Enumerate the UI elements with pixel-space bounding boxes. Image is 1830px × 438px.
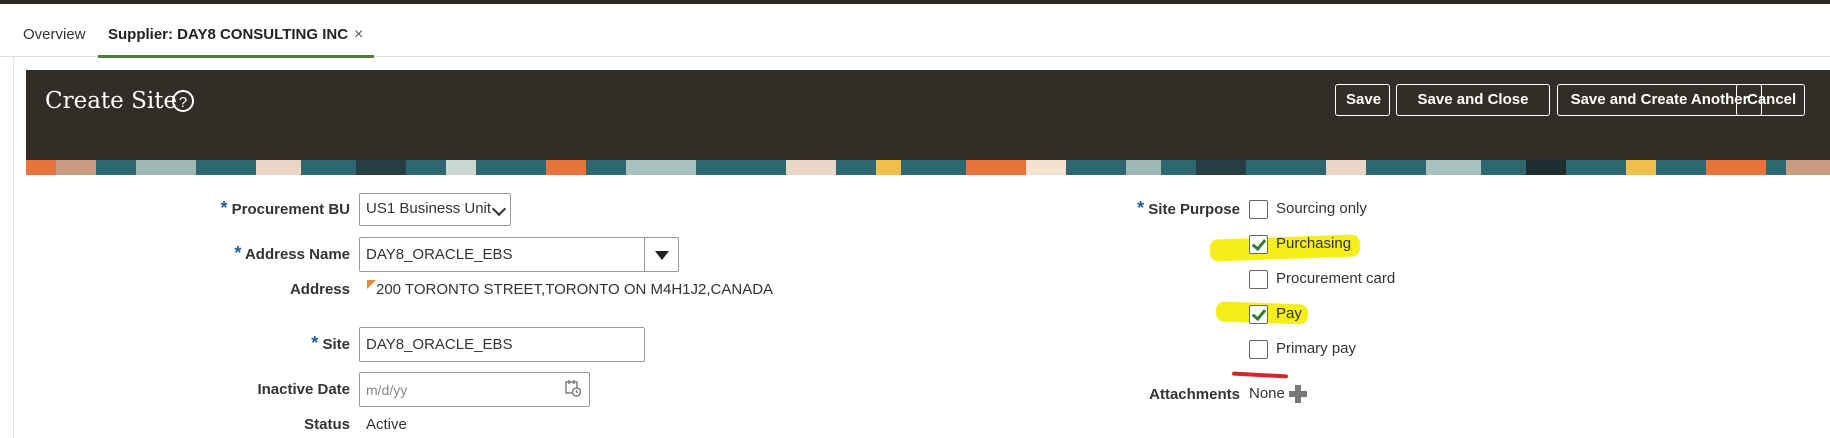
checkbox-label-pay: Pay (1276, 305, 1302, 322)
cancel-button[interactable]: Cancel (1736, 84, 1805, 116)
chevron-down-icon (491, 201, 507, 217)
status-value: Active (366, 416, 407, 433)
red-underline-annotation (1231, 371, 1289, 379)
attachments-value: None (1249, 385, 1285, 402)
checkbox-label-purchasing: Purchasing (1276, 235, 1352, 252)
address-name-label: * Address Name (234, 243, 350, 263)
site-label: * Site (311, 333, 350, 353)
address-flag-icon (367, 280, 376, 289)
site-input[interactable]: DAY8_ORACLE_EBS (359, 327, 645, 362)
address-name-value[interactable]: DAY8_ORACLE_EBS (366, 246, 512, 263)
site-purpose-label: * Site Purpose (1137, 198, 1240, 218)
checkbox-procurement-card[interactable] (1249, 270, 1268, 289)
tab-overview[interactable]: Overview (23, 26, 86, 43)
checkbox-primary-pay[interactable] (1249, 340, 1268, 359)
inactive-date-label: Inactive Date (257, 381, 350, 398)
inactive-date-placeholder: m/d/yy (366, 382, 408, 398)
decorative-banner (26, 160, 1830, 175)
address-name-combobox[interactable]: DAY8_ORACLE_EBS (359, 237, 679, 272)
page-header: Create Site ? Save Save and Close Save a… (26, 70, 1830, 160)
help-icon[interactable]: ? (172, 90, 194, 112)
status-label: Status (304, 416, 350, 433)
active-tab-indicator (98, 55, 374, 58)
address-label: Address (289, 281, 350, 298)
tab-supplier[interactable]: Supplier: DAY8 CONSULTING INC (108, 26, 348, 43)
page-title: Create Site (45, 88, 178, 114)
calendar-icon[interactable] (565, 379, 581, 397)
checkbox-label-sourcing-only: Sourcing only (1276, 200, 1367, 217)
content-border (13, 57, 14, 438)
close-tab-icon[interactable]: × (354, 26, 363, 44)
checkbox-label-primary-pay: Primary pay (1276, 340, 1357, 357)
checkbox-purchasing[interactable] (1249, 235, 1268, 254)
procurement-bu-label: * Procurement BU (220, 198, 350, 218)
address-name-dropdown-button[interactable] (644, 238, 678, 271)
checkbox-pay[interactable] (1249, 305, 1268, 324)
dropdown-triangle-icon (655, 251, 669, 260)
address-value: 200 TORONTO STREET,TORONTO ON M4H1J2,CAN… (376, 281, 774, 298)
inactive-date-input[interactable]: m/d/yy (359, 372, 590, 407)
save-button[interactable]: Save (1335, 84, 1390, 116)
save-and-create-another-button[interactable]: Save and Create Another (1557, 84, 1762, 116)
attachments-label: Attachments (1149, 386, 1240, 403)
checkbox-label-procurement-card: Procurement card (1276, 270, 1396, 287)
save-and-close-button[interactable]: Save and Close (1396, 84, 1550, 116)
add-attachment-icon[interactable] (1289, 385, 1307, 403)
tab-bar: Overview Supplier: DAY8 CONSULTING INC × (0, 4, 1830, 58)
checkbox-sourcing-only[interactable] (1249, 200, 1268, 219)
procurement-bu-select[interactable]: US1 Business Unit (359, 193, 511, 226)
